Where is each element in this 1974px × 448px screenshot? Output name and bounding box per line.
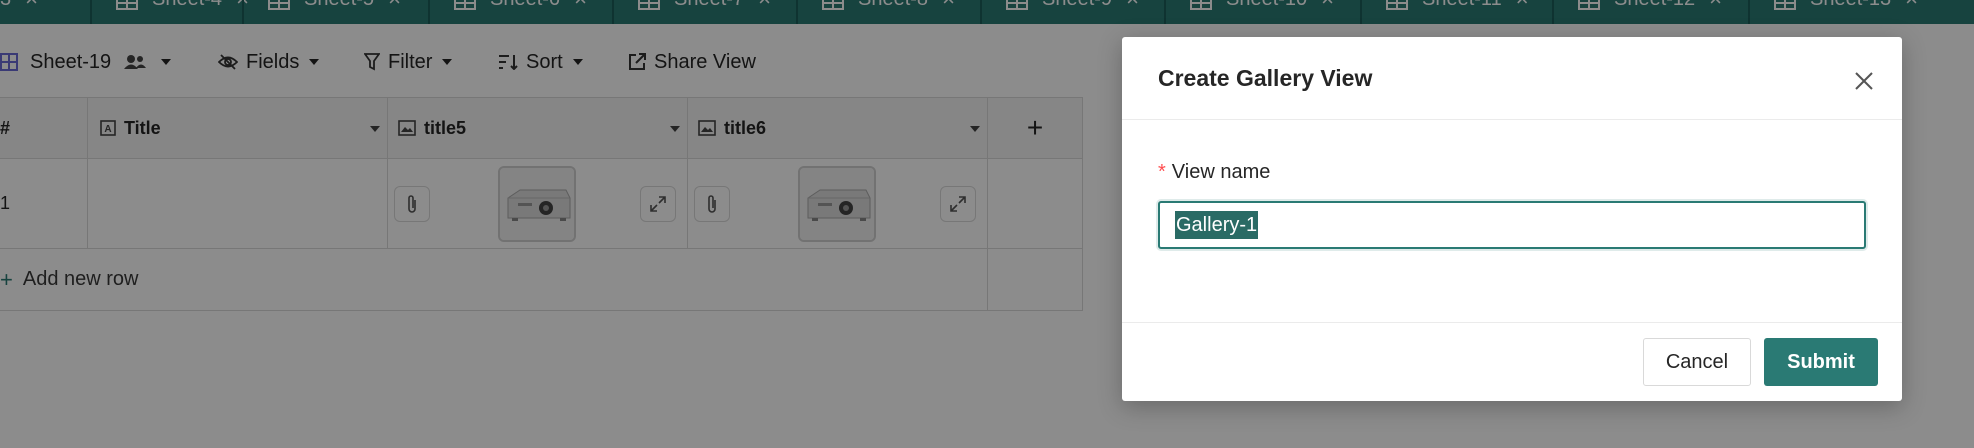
view-name-label: * View name [1158, 161, 1270, 184]
field-label-text: View name [1171, 161, 1271, 183]
cancel-button[interactable]: Cancel [1643, 338, 1751, 386]
submit-button[interactable]: Submit [1764, 338, 1878, 386]
close-icon[interactable] [1850, 67, 1878, 95]
required-mark: * [1158, 161, 1166, 183]
view-name-input[interactable]: Gallery-1 [1158, 201, 1866, 249]
input-value: Gallery-1 [1175, 211, 1259, 239]
dialog-title: Create Gallery View [1158, 65, 1373, 91]
divider [1122, 322, 1902, 323]
create-gallery-view-dialog: Create Gallery View * View name Gallery-1… [1122, 37, 1902, 401]
divider [1122, 119, 1902, 120]
